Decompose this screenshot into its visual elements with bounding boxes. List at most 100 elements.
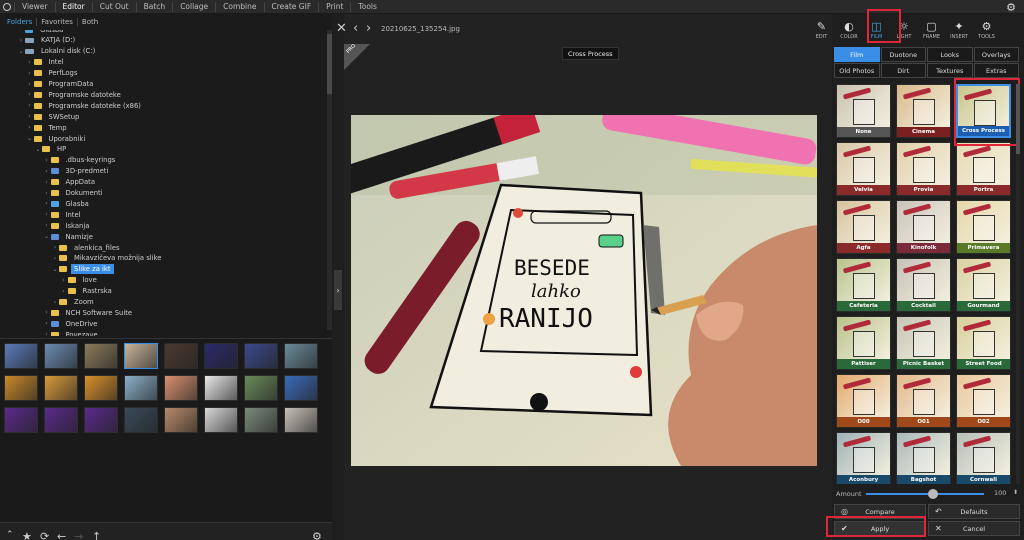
preset-cornwall[interactable]: Cornwall — [956, 432, 1011, 484]
preset-agfa[interactable]: Agfa — [836, 200, 891, 254]
menu-item-cut-out[interactable]: Cut Out — [91, 1, 136, 12]
chevron-right-icon[interactable]: › — [43, 157, 51, 164]
preset-velvia[interactable]: Velvia — [836, 142, 891, 196]
tab-overlays[interactable]: Overlays — [973, 47, 1019, 62]
collapse-panel-button[interactable]: › — [334, 270, 342, 310]
image-thumbnail[interactable] — [204, 407, 238, 433]
previous-image-icon[interactable]: ‹ — [353, 21, 358, 36]
image-thumbnail[interactable] — [84, 407, 118, 433]
preset-provia[interactable]: Provia — [896, 142, 951, 196]
preset-primavera[interactable]: Primavera — [956, 200, 1011, 254]
preset-aconbury[interactable]: Aconbury — [836, 432, 891, 484]
image-thumbnail[interactable] — [244, 343, 278, 369]
tree-item[interactable]: › alenkica_files — [0, 242, 332, 253]
preset-cafeteria[interactable]: Cafeteria — [836, 258, 891, 312]
image-thumbnail[interactable] — [4, 407, 38, 433]
menu-item-collage[interactable]: Collage — [172, 1, 215, 12]
tab-folders[interactable]: Folders — [3, 18, 38, 26]
chevron-right-icon[interactable]: › — [60, 277, 68, 284]
tree-item[interactable]: › 3D-predmeti — [0, 166, 332, 177]
chevron-right-icon[interactable]: › — [26, 70, 34, 77]
tab-duotone[interactable]: Duotone — [880, 47, 926, 62]
chevron-right-icon[interactable]: › — [60, 288, 68, 295]
image-thumbnail[interactable] — [284, 343, 318, 369]
up-arrow-icon[interactable]: ↑ — [92, 530, 101, 540]
image-thumbnail[interactable] — [164, 375, 198, 401]
tree-item[interactable]: ⌄ Namizje — [0, 231, 332, 242]
preset-pattiser[interactable]: Pattiser — [836, 316, 891, 370]
tree-item[interactable]: ⌄ Lokalni disk (C:) — [0, 46, 332, 57]
chevron-right-icon[interactable]: › — [26, 59, 34, 66]
chevron-right-icon[interactable]: › — [26, 124, 34, 131]
gear-icon[interactable]: ⚙ — [312, 530, 322, 540]
menu-item-combine[interactable]: Combine — [215, 1, 263, 12]
tree-item[interactable]: › Intel — [0, 209, 332, 220]
image-thumbnail[interactable] — [44, 375, 78, 401]
menu-item-batch[interactable]: Batch — [135, 1, 173, 12]
chevron-right-icon[interactable]: › — [43, 309, 51, 316]
edited-photo[interactable]: BESEDE lahko RANIJO — [351, 115, 817, 466]
tool-color[interactable]: ◐ COLOR — [834, 14, 865, 42]
chevron-right-icon[interactable]: › — [43, 179, 51, 186]
tool-frame[interactable]: ▢ FRAME — [916, 14, 947, 42]
chevron-down-icon[interactable]: ⌄ — [26, 135, 34, 142]
chevron-down-icon[interactable]: ⌄ — [43, 233, 51, 240]
chevron-down-icon[interactable]: ⌄ — [34, 146, 42, 153]
tab-film[interactable]: Film — [834, 47, 880, 62]
preset-portra[interactable]: Portra — [956, 142, 1011, 196]
tree-item[interactable]: › Rastrska — [0, 286, 332, 297]
preset-o01[interactable]: O01 — [896, 374, 951, 428]
chevron-right-icon[interactable]: › — [26, 91, 34, 98]
preset-street-food[interactable]: Street Food — [956, 316, 1011, 370]
refresh-icon[interactable]: ⟳ — [40, 530, 49, 540]
preset-bagshot[interactable]: Bagshot — [896, 432, 951, 484]
chevron-right-icon[interactable]: › — [17, 30, 25, 33]
image-thumbnail[interactable] — [204, 343, 238, 369]
tab-extras[interactable]: Extras — [973, 63, 1019, 78]
menu-item-editor[interactable]: Editor — [54, 1, 92, 12]
tree-item[interactable]: ⌄ Slike za ikt — [0, 264, 332, 275]
apply-button[interactable]: ✔ Apply — [834, 521, 926, 536]
image-thumbnail[interactable] — [284, 375, 318, 401]
chevron-up-icon[interactable]: ⌃ — [6, 530, 14, 540]
image-thumbnail[interactable] — [44, 343, 78, 369]
tree-item[interactable]: › Programske datoteke (x86) — [0, 100, 332, 111]
tab-both[interactable]: Both — [78, 18, 102, 26]
defaults-button[interactable]: ↶ Defaults — [928, 504, 1020, 519]
preset-picnic-basket[interactable]: Picnic Basket — [896, 316, 951, 370]
app-logo-icon[interactable] — [0, 0, 14, 14]
amount-knob[interactable] — [928, 489, 938, 499]
preset-gourmand[interactable]: Gourmand — [956, 258, 1011, 312]
chevron-right-icon[interactable]: › — [17, 37, 25, 44]
chevron-right-icon[interactable]: › — [26, 102, 34, 109]
image-thumbnail[interactable] — [4, 375, 38, 401]
tree-item[interactable]: › OneDrive — [0, 318, 332, 329]
preset-cinema[interactable]: Cinema — [896, 84, 951, 138]
tab-textures[interactable]: Textures — [927, 63, 973, 78]
back-arrow-icon[interactable]: ← — [57, 530, 66, 540]
amount-track[interactable] — [866, 493, 984, 495]
chevron-right-icon[interactable]: › — [43, 331, 51, 336]
tab-favorites[interactable]: Favorites — [37, 18, 78, 26]
image-thumbnail[interactable] — [124, 375, 158, 401]
tab-dirt[interactable]: Dirt — [880, 63, 926, 78]
tree-item[interactable]: › Programske datoteke — [0, 89, 332, 100]
amount-slider[interactable]: Amount 100 ⬍ — [836, 487, 1022, 501]
tool-tools[interactable]: ⚙ TOOLS — [971, 14, 1002, 42]
preset-none[interactable]: None — [836, 84, 891, 138]
preset-cross-process[interactable]: Cross Process — [956, 84, 1011, 138]
tab-looks[interactable]: Looks — [927, 47, 973, 62]
chevron-right-icon[interactable]: › — [43, 190, 51, 197]
tree-item[interactable]: › Glasba — [0, 198, 332, 209]
tree-item[interactable]: › Temp — [0, 122, 332, 133]
image-thumbnail[interactable] — [164, 407, 198, 433]
tool-edit[interactable]: ✎ EDIT — [806, 14, 837, 42]
tree-item[interactable]: › Povezave — [0, 329, 332, 336]
chevron-right-icon[interactable]: › — [43, 222, 51, 229]
menu-item-create-gif[interactable]: Create GIF — [263, 1, 319, 12]
preset-scroll-thumb[interactable] — [1016, 84, 1020, 154]
star-icon[interactable]: ★ — [22, 530, 32, 540]
tree-item[interactable]: › love — [0, 275, 332, 286]
image-thumbnail[interactable] — [284, 407, 318, 433]
forward-arrow-icon[interactable]: → — [74, 530, 83, 540]
